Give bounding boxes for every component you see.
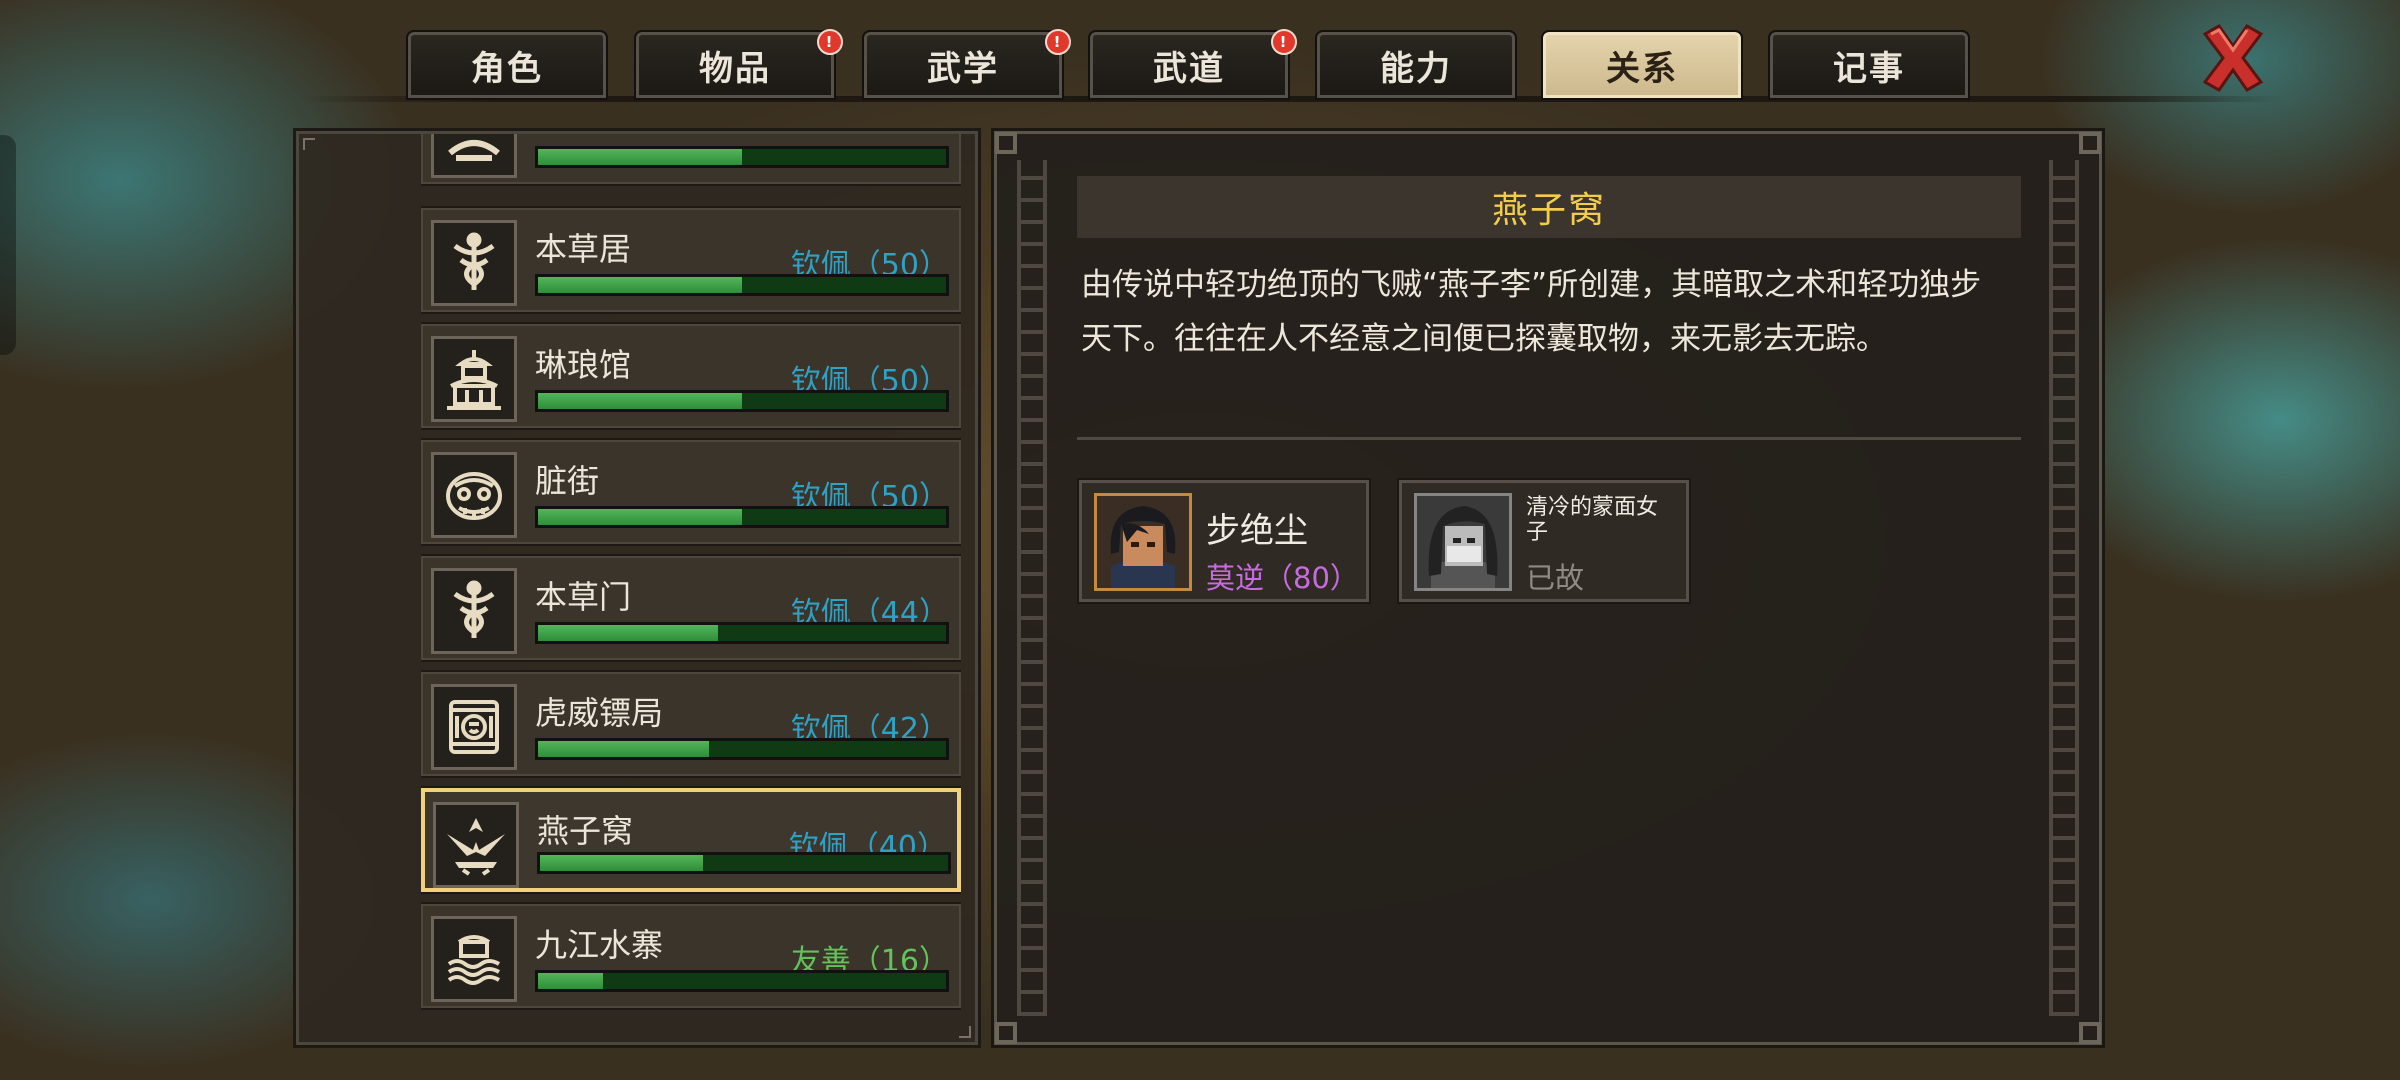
reputation-bar-fill <box>538 393 742 409</box>
close-icon <box>2202 24 2264 92</box>
close-button[interactable] <box>2195 20 2271 96</box>
alert-badge-icon: ! <box>1271 29 1297 55</box>
caduceus-emblem-icon <box>431 568 517 654</box>
tab-martial-way[interactable]: 武道! <box>1088 29 1297 100</box>
reputation-bar-fill <box>538 149 742 165</box>
reputation-bar <box>535 274 949 296</box>
member-card[interactable]: 步绝尘 莫逆（80） <box>1077 478 1371 604</box>
faction-name: 本草门 <box>535 578 632 616</box>
faction-row[interactable]: 本草门 钦佩（44） <box>421 554 961 662</box>
tab-label: 记事 <box>1833 48 1905 89</box>
faction-name: 脏街 <box>535 462 600 500</box>
reputation-bar <box>537 852 951 874</box>
tab-relations[interactable]: 关系 <box>1541 30 1743 100</box>
tab-label: 武道 <box>1153 48 1225 89</box>
reputation-bar-fill <box>540 855 704 871</box>
alert-badge-icon: ! <box>1045 29 1071 55</box>
alert-badge-icon: ! <box>817 29 843 55</box>
panel-corner <box>303 138 315 150</box>
tab-label: 关系 <box>1606 48 1678 89</box>
tiger-shield-emblem-icon <box>431 684 517 770</box>
reputation-bar-fill <box>538 509 742 525</box>
tab-label: 能力 <box>1380 48 1452 89</box>
faction-description: 由传说中轻功绝顶的飞贼“燕子李”所创建，其暗取之术和轻功独步天下。往往在人不经意… <box>1081 267 1982 357</box>
faction-name: 虎威镖局 <box>535 694 664 732</box>
pavilion-emblem-icon <box>431 336 517 422</box>
tab-items[interactable]: 物品! <box>634 29 843 100</box>
faction-title: 燕子窝 <box>1077 176 2021 238</box>
reputation-bar-fill <box>538 277 742 293</box>
tab-abilities[interactable]: 能力 <box>1315 30 1517 100</box>
side-drawer-handle[interactable] <box>0 135 16 355</box>
faction-row[interactable]: 脏街 钦佩（50） <box>421 438 961 546</box>
character-portrait-icon <box>1417 496 1509 588</box>
faction-row[interactable]: 九江水寨 友善（16） <box>421 902 961 1010</box>
character-portrait <box>1414 493 1512 591</box>
reputation-bar <box>535 738 949 760</box>
decorative-border <box>2049 160 2079 1016</box>
reputation-bar <box>535 506 949 528</box>
faction-name: 本草居 <box>535 230 632 268</box>
tab-label: 角色 <box>471 48 543 89</box>
reputation-bar <box>535 622 949 644</box>
divider <box>1077 437 2021 440</box>
swallow-emblem-icon <box>433 802 519 888</box>
reputation-bar-fill <box>538 973 604 989</box>
panel-corner <box>2079 1022 2101 1044</box>
water-fort-emblem-icon <box>431 916 517 1002</box>
faction-name: 琳琅馆 <box>535 346 632 384</box>
tab-martial-arts[interactable]: 武学! <box>862 29 1071 100</box>
reputation-bar <box>535 390 949 412</box>
faction-name: 九江水寨 <box>535 926 664 964</box>
caduceus-emblem-icon <box>431 220 517 306</box>
panel-corner <box>2079 132 2101 154</box>
reputation-bar <box>535 970 949 992</box>
faction-row-selected[interactable]: 燕子窝 钦佩（40） <box>421 786 961 894</box>
tab-character[interactable]: 角色 <box>406 30 608 100</box>
faction-emblem-partial-icon <box>431 134 517 178</box>
tab-label: 物品 <box>699 48 771 89</box>
member-card[interactable]: 清冷的蒙面女子 已故 <box>1397 478 1691 604</box>
beast-face-emblem-icon <box>431 452 517 538</box>
decorative-border <box>1017 160 1047 1016</box>
member-name: 清冷的蒙面女子 <box>1526 495 1659 545</box>
panel-corner <box>995 1022 1017 1044</box>
faction-row[interactable]: 琳琅馆 钦佩（50） <box>421 322 961 430</box>
faction-row[interactable] <box>421 134 961 186</box>
panel-corner <box>995 132 1017 154</box>
faction-list-panel: 本草居 钦佩（50） 琳琅馆 钦佩（50） 脏街 钦佩（50） 本草门 钦佩（4… <box>293 128 981 1048</box>
character-portrait-icon <box>1097 496 1189 588</box>
faction-row[interactable]: 虎威镖局 钦佩（42） <box>421 670 961 778</box>
reputation-bar-fill <box>538 625 718 641</box>
faction-row[interactable]: 本草居 钦佩（50） <box>421 206 961 314</box>
reputation-bar-fill <box>538 741 710 757</box>
faction-detail-panel: 燕子窝 由传说中轻功绝顶的飞贼“燕子李”所创建，其暗取之术和轻功独步天下。往往在… <box>991 128 2105 1048</box>
member-relation-status: 已故 <box>1526 561 1585 595</box>
tab-journal[interactable]: 记事 <box>1768 30 1970 100</box>
tab-label: 武学 <box>927 48 999 89</box>
member-relation-status: 莫逆（80） <box>1206 561 1359 595</box>
character-portrait <box>1094 493 1192 591</box>
member-name: 步绝尘 <box>1206 511 1308 551</box>
faction-name: 燕子窝 <box>537 812 634 850</box>
faction-list[interactable]: 本草居 钦佩（50） 琳琅馆 钦佩（50） 脏街 钦佩（50） 本草门 钦佩（4… <box>421 134 961 1042</box>
reputation-bar <box>535 146 949 168</box>
